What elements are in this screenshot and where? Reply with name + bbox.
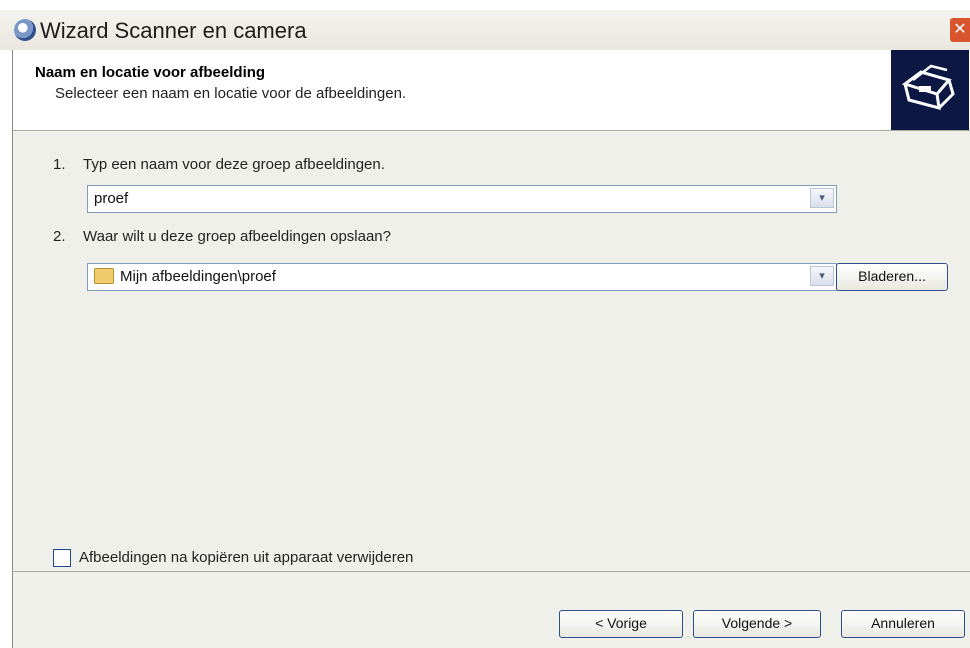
browse-button[interactable]: Bladeren...	[836, 263, 948, 291]
folder-icon	[94, 268, 114, 284]
window-title: Wizard Scanner en camera	[40, 18, 307, 43]
location-input[interactable]: Mijn afbeeldingen\proef	[120, 268, 276, 285]
close-button[interactable]: ✕	[950, 18, 970, 42]
cancel-button[interactable]: Annuleren	[841, 610, 965, 638]
scanner-camera-icon	[891, 50, 969, 130]
wizard-footer: < Vorige Volgende > Annuleren	[12, 572, 970, 648]
location-combobox[interactable]: Mijn afbeeldingen\proef ▾	[87, 263, 837, 291]
step-1-number: 1.	[53, 156, 66, 173]
title-bar: Wizard Scanner en camera ✕	[0, 10, 970, 50]
wizard-header: Naam en locatie voor afbeelding Selectee…	[12, 50, 970, 131]
chevron-down-icon[interactable]: ▾	[810, 188, 834, 208]
delete-after-copy-label: Afbeeldingen na kopiëren uit apparaat ve…	[79, 549, 414, 566]
step-2-label: Waar wilt u deze groep afbeeldingen opsl…	[83, 228, 391, 245]
next-button[interactable]: Volgende >	[693, 610, 821, 638]
step-2-number: 2.	[53, 228, 66, 245]
wizard-content: 1. Typ een naam voor deze groep afbeeldi…	[12, 131, 970, 571]
back-button[interactable]: < Vorige	[559, 610, 683, 638]
name-input[interactable]: proef	[94, 190, 128, 207]
wizard-app-icon	[14, 19, 36, 41]
page-subtitle: Selecteer een naam en locatie voor de af…	[55, 85, 407, 102]
delete-after-copy-checkbox[interactable]	[53, 549, 71, 567]
step-1-label: Typ een naam voor deze groep afbeeldinge…	[83, 156, 385, 173]
name-combobox[interactable]: proef ▾	[87, 185, 837, 213]
page-title: Naam en locatie voor afbeelding	[35, 64, 266, 81]
chevron-down-icon[interactable]: ▾	[810, 266, 834, 286]
